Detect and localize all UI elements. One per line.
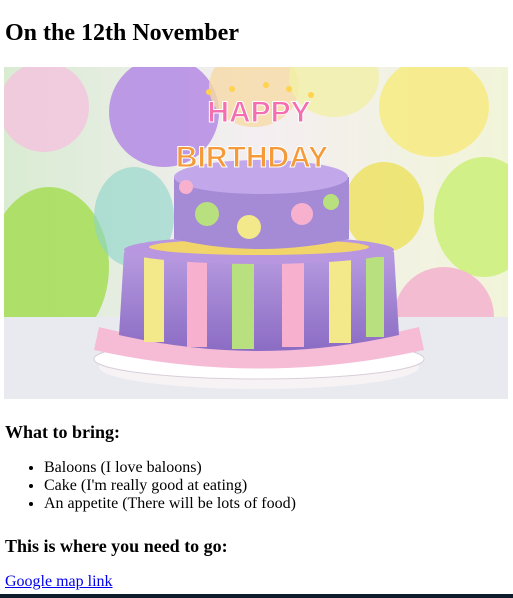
list-item: Baloons (I love baloons) bbox=[44, 459, 296, 477]
what-to-bring-heading: What to bring: bbox=[5, 422, 121, 442]
svg-text:HAPPY: HAPPY bbox=[207, 96, 310, 129]
birthday-cake-image: HAPPY BIRTHDAY bbox=[4, 67, 508, 399]
bring-list: Baloons (I love baloons) Cake (I'm reall… bbox=[0, 459, 296, 513]
page-title: On the 12th November bbox=[5, 20, 239, 46]
where-to-go-heading: This is where you need to go: bbox=[5, 536, 228, 556]
google-map-link[interactable]: Google map link bbox=[5, 572, 113, 592]
list-item: An appetite (There will be lots of food) bbox=[44, 495, 296, 513]
bottom-divider bbox=[0, 594, 513, 598]
list-item: Cake (I'm really good at eating) bbox=[44, 477, 296, 495]
svg-text:BIRTHDAY: BIRTHDAY bbox=[176, 141, 328, 174]
